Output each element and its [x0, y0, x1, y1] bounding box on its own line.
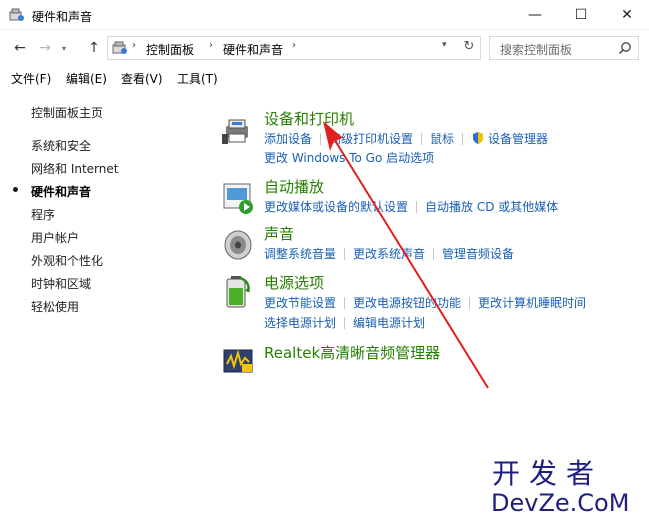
search-placeholder: 搜索控制面板 [500, 43, 573, 57]
change-system-sounds-link[interactable]: 更改系统声音 [353, 245, 425, 262]
advanced-printer-setup-link[interactable]: 高级打印机设置 [329, 130, 413, 147]
power-links-row: 更改节能设置 更改电源按钮的功能 更改计算机睡眠时间 [264, 294, 586, 311]
title-bar: 硬件和声音 — ☐ ✕ [0, 0, 649, 30]
address-toolbar: ← → ▾ ↑ › 控制面板 › 硬件和声音 › ▾ ↻ 搜索控制面板 [0, 30, 649, 66]
devices-printers-heading[interactable]: 设备和打印机 [264, 108, 354, 129]
watermark-logo: 开发者 [492, 457, 604, 490]
forward-button[interactable]: → [35, 39, 55, 57]
sidebar-item-network[interactable]: 网络和 Internet [31, 160, 118, 177]
windows-to-go-link[interactable]: 更改 Windows To Go 启动选项 [264, 149, 434, 166]
change-default-media-link[interactable]: 更改媒体或设备的默认设置 [264, 198, 408, 215]
device-manager-link[interactable]: 设备管理器 [488, 130, 548, 147]
sidebar-item-appearance[interactable]: 外观和个性化 [31, 252, 103, 269]
sound-heading[interactable]: 声音 [264, 223, 294, 244]
power-saving-settings-link[interactable]: 更改节能设置 [264, 294, 336, 311]
speaker-icon[interactable] [220, 227, 256, 263]
power-button-function-link[interactable]: 更改电源按钮的功能 [353, 294, 461, 311]
battery-icon[interactable] [220, 274, 256, 310]
back-button[interactable]: ← [10, 39, 30, 57]
up-button[interactable]: ↑ [84, 39, 104, 57]
menu-tools[interactable]: 工具(T) [177, 70, 218, 87]
search-icon[interactable] [618, 41, 632, 55]
watermark-domain: DevZe.CoM [491, 489, 630, 517]
menu-view[interactable]: 查看(V) [121, 70, 163, 87]
shield-icon [473, 132, 484, 144]
autoplay-heading[interactable]: 自动播放 [264, 176, 324, 197]
sidebar-item-ease-of-access[interactable]: 轻松使用 [31, 298, 79, 315]
mouse-link[interactable]: 鼠标 [430, 130, 454, 147]
breadcrumb-separator: › [209, 40, 213, 51]
sidebar-item-hardware-sound[interactable]: 硬件和声音 [31, 183, 91, 200]
sound-links-row: 调整系统音量 更改系统声音 管理音频设备 [264, 245, 514, 262]
realtek-heading[interactable]: Realtek高清晰音频管理器 [264, 342, 440, 363]
maximize-button[interactable]: ☐ [558, 0, 604, 30]
add-device-link[interactable]: 添加设备 [264, 130, 312, 147]
sidebar-item-programs[interactable]: 程序 [31, 206, 55, 223]
power-options-heading[interactable]: 电源选项 [264, 272, 324, 293]
address-bar[interactable]: › 控制面板 › 硬件和声音 › ▾ ↻ [107, 36, 481, 60]
autoplay-links-row: 更改媒体或设备的默认设置 自动播放 CD 或其他媒体 [264, 198, 558, 215]
menu-edit[interactable]: 编辑(E) [66, 70, 107, 87]
control-panel-icon [9, 8, 24, 21]
sidebar-item-system-security[interactable]: 系统和安全 [31, 137, 91, 154]
window-title: 硬件和声音 [32, 10, 93, 24]
divider [344, 248, 346, 260]
close-button[interactable]: ✕ [604, 0, 649, 30]
breadcrumb-control-panel[interactable]: 控制面板 [146, 41, 194, 58]
refresh-button[interactable]: ↻ [460, 39, 478, 57]
divider [344, 317, 346, 329]
adjust-volume-link[interactable]: 调整系统音量 [264, 245, 336, 262]
divider [421, 133, 423, 145]
devices-links-row: 添加设备 高级打印机设置 鼠标 设备管理器 [264, 130, 548, 147]
power-links-row-2: 选择电源计划 编辑电源计划 [264, 314, 425, 331]
printer-icon[interactable] [220, 112, 256, 148]
autoplay-icon[interactable] [220, 180, 256, 216]
sleep-time-link[interactable]: 更改计算机睡眠时间 [478, 294, 586, 311]
edit-power-plan-link[interactable]: 编辑电源计划 [353, 314, 425, 331]
choose-power-plan-link[interactable]: 选择电源计划 [264, 314, 336, 331]
sidebar-item-home[interactable]: 控制面板主页 [31, 104, 103, 121]
divider [433, 248, 435, 260]
breadcrumb-separator: › [132, 40, 136, 51]
divider [320, 133, 322, 145]
divider [462, 133, 464, 145]
minimize-button[interactable]: — [512, 0, 558, 30]
divider [344, 297, 346, 309]
autoplay-cd-link[interactable]: 自动播放 CD 或其他媒体 [425, 198, 558, 215]
control-panel-icon [112, 41, 127, 54]
breadcrumb-hardware-sound[interactable]: 硬件和声音 [223, 41, 283, 58]
sidebar-item-user-accounts[interactable]: 用户帐户 [31, 229, 79, 246]
manage-audio-devices-link[interactable]: 管理音频设备 [442, 245, 514, 262]
recent-locations-button[interactable]: ▾ [58, 39, 70, 57]
chevron-down-icon[interactable]: ▾ [442, 40, 447, 50]
sidebar: 控制面板主页 系统和安全 网络和 Internet 硬件和声音 程序 用户帐户 … [0, 90, 200, 527]
menu-bar: 文件(F) 编辑(E) 查看(V) 工具(T) [0, 66, 649, 90]
breadcrumb-separator: › [292, 40, 296, 51]
search-box[interactable]: 搜索控制面板 [489, 36, 639, 60]
sidebar-item-clock-region[interactable]: 时钟和区域 [31, 275, 91, 292]
divider [416, 201, 418, 213]
audio-manager-icon[interactable] [220, 344, 256, 380]
menu-file[interactable]: 文件(F) [11, 70, 51, 87]
divider [469, 297, 471, 309]
devices-links-row-2: 更改 Windows To Go 启动选项 [264, 149, 434, 166]
active-bullet [13, 187, 18, 192]
